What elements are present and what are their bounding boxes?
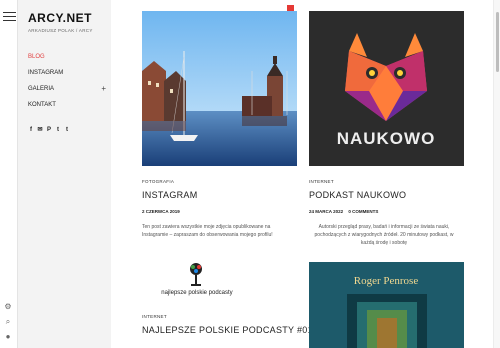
post-card-podkast-naukowo[interactable]: NAUKOWO INTERNET PODKAST NAUKOWO 24 MARC…: [309, 11, 464, 247]
nav-item-blog[interactable]: BLOG: [28, 52, 106, 68]
naukowo-owl-image[interactable]: NAUKOWO: [309, 11, 464, 166]
sidebar: ARCY.NET ARKADIUSZ POLAK / ARCY BLOG INS…: [18, 0, 111, 348]
nav-item-instagram[interactable]: INSTAGRAM: [28, 68, 106, 84]
post-card-roger-penrose[interactable]: Roger Penrose: [309, 262, 464, 348]
main-nav: BLOG INSTAGRAM GALERIA + KONTAKT: [28, 52, 106, 116]
rail-tools: ⚙ ⌕ ●: [3, 297, 15, 342]
pinterest-icon[interactable]: P: [46, 127, 52, 133]
post-title[interactable]: INSTAGRAM: [142, 190, 297, 200]
podcasty-image[interactable]: najlepsze polskie podcasty: [142, 262, 297, 307]
nav-item-galeria[interactable]: GALERIA +: [28, 84, 106, 100]
settings-icon[interactable]: ⚙: [3, 302, 13, 312]
post-meta: 2 CZERWCA 2019: [142, 209, 297, 214]
menu-toggle-icon[interactable]: [3, 12, 16, 22]
post-title[interactable]: PODKAST NAUKOWO: [309, 190, 464, 200]
post-excerpt: Ten post zawiera wszystkie moje zdjęcia …: [142, 224, 273, 238]
site-tagline: ARKADIUSZ POLAK / ARCY: [28, 28, 93, 33]
scrollbar[interactable]: [493, 0, 500, 348]
post-card-najlepsze-podcasty[interactable]: najlepsze polskie podcasty INTERNET NAJL…: [142, 262, 313, 335]
post-category[interactable]: INTERNET: [142, 314, 313, 319]
post-category[interactable]: INTERNET: [309, 179, 464, 184]
naukowo-image-text: NAUKOWO: [337, 129, 436, 148]
penrose-image-text: Roger Penrose: [354, 275, 419, 287]
post-grid: FOTOGRAFIA INSTAGRAM 2 CZERWCA 2019 Ten …: [111, 0, 493, 348]
penrose-book-image[interactable]: Roger Penrose: [309, 262, 464, 348]
post-excerpt: Autorski przegląd prasy, badań i informa…: [314, 224, 454, 246]
twitter-icon[interactable]: t: [64, 127, 70, 133]
left-rail: ⚙ ⌕ ●: [0, 0, 18, 348]
user-icon[interactable]: ●: [3, 332, 13, 342]
search-icon[interactable]: ⌕: [3, 317, 13, 327]
nav-item-kontakt[interactable]: KONTAKT: [28, 100, 106, 116]
scrollbar-thumb[interactable]: [496, 12, 499, 72]
post-date: 2 CZERWCA 2019: [142, 209, 180, 214]
microphone-icon: [190, 263, 202, 286]
post-date: 24 MARCA 2022: [309, 209, 344, 214]
post-title[interactable]: NAJLEPSZE POLSKIE PODCASTY #01: [142, 325, 313, 335]
podcasty-image-text: najlepsze polskie podcasty: [161, 290, 233, 296]
tumblr-icon[interactable]: t: [55, 127, 61, 133]
harbor-photo[interactable]: [142, 11, 297, 166]
post-category[interactable]: FOTOGRAFIA: [142, 179, 297, 184]
expand-icon[interactable]: +: [101, 84, 106, 93]
post-meta: 24 MARCA 2022 0 COMMENTS: [309, 209, 464, 214]
site-logo[interactable]: ARCY.NET: [28, 11, 92, 25]
social-links: f ✉ P t t: [28, 127, 70, 133]
post-comments[interactable]: 0 COMMENTS: [348, 209, 378, 214]
email-icon[interactable]: ✉: [37, 127, 43, 133]
facebook-icon[interactable]: f: [28, 127, 34, 133]
post-card-instagram[interactable]: FOTOGRAFIA INSTAGRAM 2 CZERWCA 2019 Ten …: [142, 11, 297, 239]
